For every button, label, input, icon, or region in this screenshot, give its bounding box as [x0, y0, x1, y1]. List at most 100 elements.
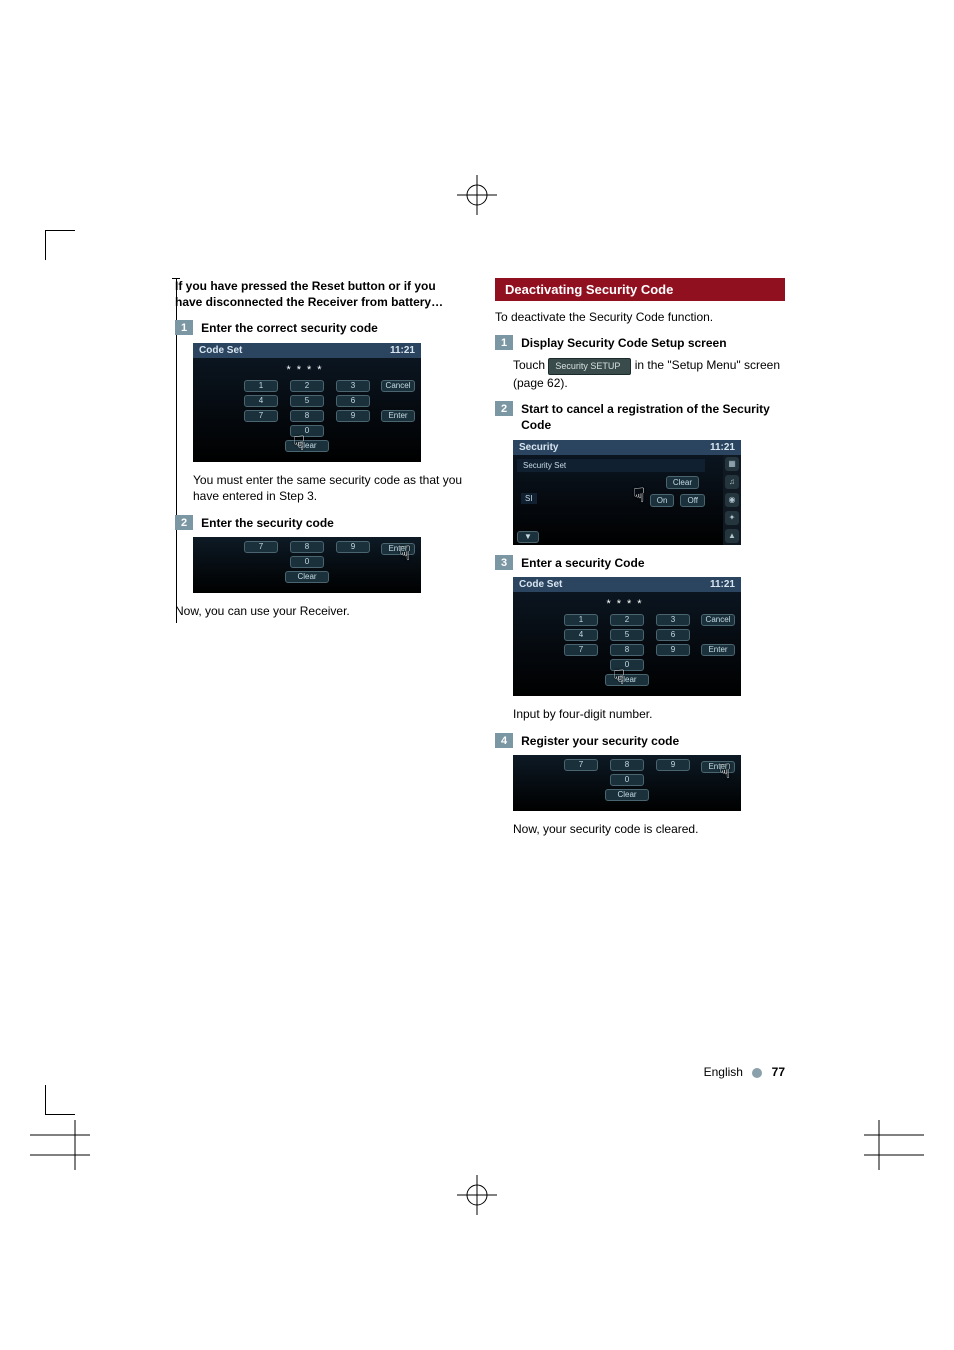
page-footer: English 77: [0, 1065, 785, 1079]
key-5[interactable]: 5: [610, 629, 644, 641]
enter-button[interactable]: Enter: [381, 410, 415, 422]
codeset-partial-screenshot: Enter 7 8 9 0 Clear ☟: [513, 755, 741, 811]
registration-mark-top: [457, 175, 497, 218]
cancel-button[interactable]: Cancel: [701, 614, 735, 626]
key-2[interactable]: 2: [610, 614, 644, 626]
left-column: If you have pressed the Reset button or …: [175, 278, 465, 848]
screenshot-time: 11:21: [710, 442, 735, 453]
key-7[interactable]: 7: [244, 541, 278, 553]
step-number: 3: [495, 555, 513, 570]
sidebar-icon[interactable]: ◉: [725, 493, 739, 507]
right-step-3-note: Input by four-digit number.: [513, 706, 785, 723]
enter-button[interactable]: Enter: [701, 761, 735, 773]
code-display: ****: [201, 364, 413, 376]
sidebar-icon[interactable]: ✦: [725, 511, 739, 525]
screenshot-body: Security Set Clear SI On Off ▦: [513, 455, 741, 545]
key-7[interactable]: 7: [564, 644, 598, 656]
step-number: 1: [495, 335, 513, 350]
screenshot-title: Security: [519, 442, 558, 453]
screenshot-header: Code Set 11:21: [513, 577, 741, 592]
scroll-down-button[interactable]: ▼: [517, 531, 539, 543]
key-9[interactable]: 9: [656, 644, 690, 656]
right-step-2: 2 Start to cancel a registration of the …: [495, 401, 785, 433]
codeset-screenshot: Code Set 11:21 **** Cancel Enter 1 2 3: [513, 577, 741, 696]
key-8[interactable]: 8: [610, 759, 644, 771]
enter-button[interactable]: Enter: [701, 644, 735, 656]
key-2[interactable]: 2: [290, 380, 324, 392]
key-7[interactable]: 7: [564, 759, 598, 771]
on-toggle[interactable]: On: [650, 494, 675, 507]
cancel-button[interactable]: Cancel: [381, 380, 415, 392]
key-7[interactable]: 7: [244, 410, 278, 422]
crop-mark-left: [30, 1120, 90, 1173]
crop-mark-right: [864, 1120, 924, 1173]
step-number: 4: [495, 733, 513, 748]
screenshot-body: **** Cancel Enter 1 2 3 4 5 6: [513, 592, 741, 696]
step-title: Display Security Code Setup screen: [521, 335, 726, 351]
enter-button[interactable]: Enter: [381, 543, 415, 555]
right-column: Deactivating Security Code To deactivate…: [495, 278, 785, 848]
key-6[interactable]: 6: [656, 629, 690, 641]
page: If you have pressed the Reset button or …: [0, 0, 954, 1350]
key-3[interactable]: 3: [656, 614, 690, 626]
right-step-1: 1 Display Security Code Setup screen: [495, 335, 785, 351]
clear-button[interactable]: Clear: [605, 789, 649, 801]
codeset-screenshot: Code Set 11:21 **** Cancel Enter 1 2 3: [193, 343, 421, 462]
clear-button[interactable]: Clear: [605, 674, 649, 686]
screenshot-time: 11:21: [390, 345, 415, 356]
sidebar-up-icon[interactable]: ▲: [725, 529, 739, 543]
step-title: Enter a security Code: [521, 555, 644, 571]
key-0[interactable]: 0: [290, 556, 324, 568]
key-9[interactable]: 9: [336, 541, 370, 553]
key-9[interactable]: 9: [336, 410, 370, 422]
step-title: Enter the correct security code: [201, 320, 378, 336]
left-step-1-note: You must enter the same security code as…: [193, 472, 465, 506]
key-4[interactable]: 4: [244, 395, 278, 407]
footer-language: English: [704, 1065, 743, 1079]
key-8[interactable]: 8: [290, 541, 324, 553]
codeset-partial-screenshot: Enter 7 8 9 0 Clear ☟: [193, 537, 421, 593]
left-intro: If you have pressed the Reset button or …: [175, 278, 465, 310]
sidebar: ▦ ♫ ◉ ✦ ▲: [723, 455, 741, 545]
screenshot-body: **** Cancel Enter 1 2 3 4 5 6: [193, 358, 421, 462]
sidebar-icon[interactable]: ▦: [725, 457, 739, 471]
key-8[interactable]: 8: [290, 410, 324, 422]
key-5[interactable]: 5: [290, 395, 324, 407]
key-8[interactable]: 8: [610, 644, 644, 656]
step-number: 2: [175, 515, 193, 530]
key-6[interactable]: 6: [336, 395, 370, 407]
step-number: 2: [495, 401, 513, 416]
screenshot-title: Code Set: [519, 579, 562, 590]
key-1[interactable]: 1: [244, 380, 278, 392]
key-1[interactable]: 1: [564, 614, 598, 626]
security-screenshot: Security 11:21 Security Set Clear SI On: [513, 440, 741, 545]
crop-corner-bl: [45, 1085, 75, 1115]
security-setup-inline-button[interactable]: Security SETUP: [548, 358, 631, 375]
si-label: SI: [521, 493, 537, 504]
step-title: Enter the security code: [201, 515, 334, 531]
key-0[interactable]: 0: [610, 659, 644, 671]
off-toggle[interactable]: Off: [680, 494, 705, 507]
key-0[interactable]: 0: [290, 425, 324, 437]
left-outro: Now, you can use your Receiver.: [175, 603, 465, 619]
step-number: 1: [175, 320, 193, 335]
screenshot-header: Security 11:21: [513, 440, 741, 455]
key-4[interactable]: 4: [564, 629, 598, 641]
step-title: Register your security code: [521, 733, 679, 749]
left-step-2: 2 Enter the security code: [175, 515, 465, 531]
clear-button[interactable]: Clear: [666, 476, 699, 489]
clear-button[interactable]: Clear: [285, 440, 329, 452]
sidebar-icon[interactable]: ♫: [725, 475, 739, 489]
screenshot-header: Code Set 11:21: [193, 343, 421, 358]
right-step-3: 3 Enter a security Code: [495, 555, 785, 571]
key-0[interactable]: 0: [610, 774, 644, 786]
left-step-1: 1 Enter the correct security code: [175, 320, 465, 336]
key-9[interactable]: 9: [656, 759, 690, 771]
step-body-text: Touch: [513, 358, 548, 372]
step-title: Start to cancel a registration of the Se…: [521, 401, 785, 433]
key-3[interactable]: 3: [336, 380, 370, 392]
right-step-1-body: Touch Security SETUP in the "Setup Menu"…: [513, 357, 785, 391]
screenshot-title: Code Set: [199, 345, 242, 356]
clear-button[interactable]: Clear: [285, 571, 329, 583]
crop-corner-tl: [45, 230, 75, 260]
